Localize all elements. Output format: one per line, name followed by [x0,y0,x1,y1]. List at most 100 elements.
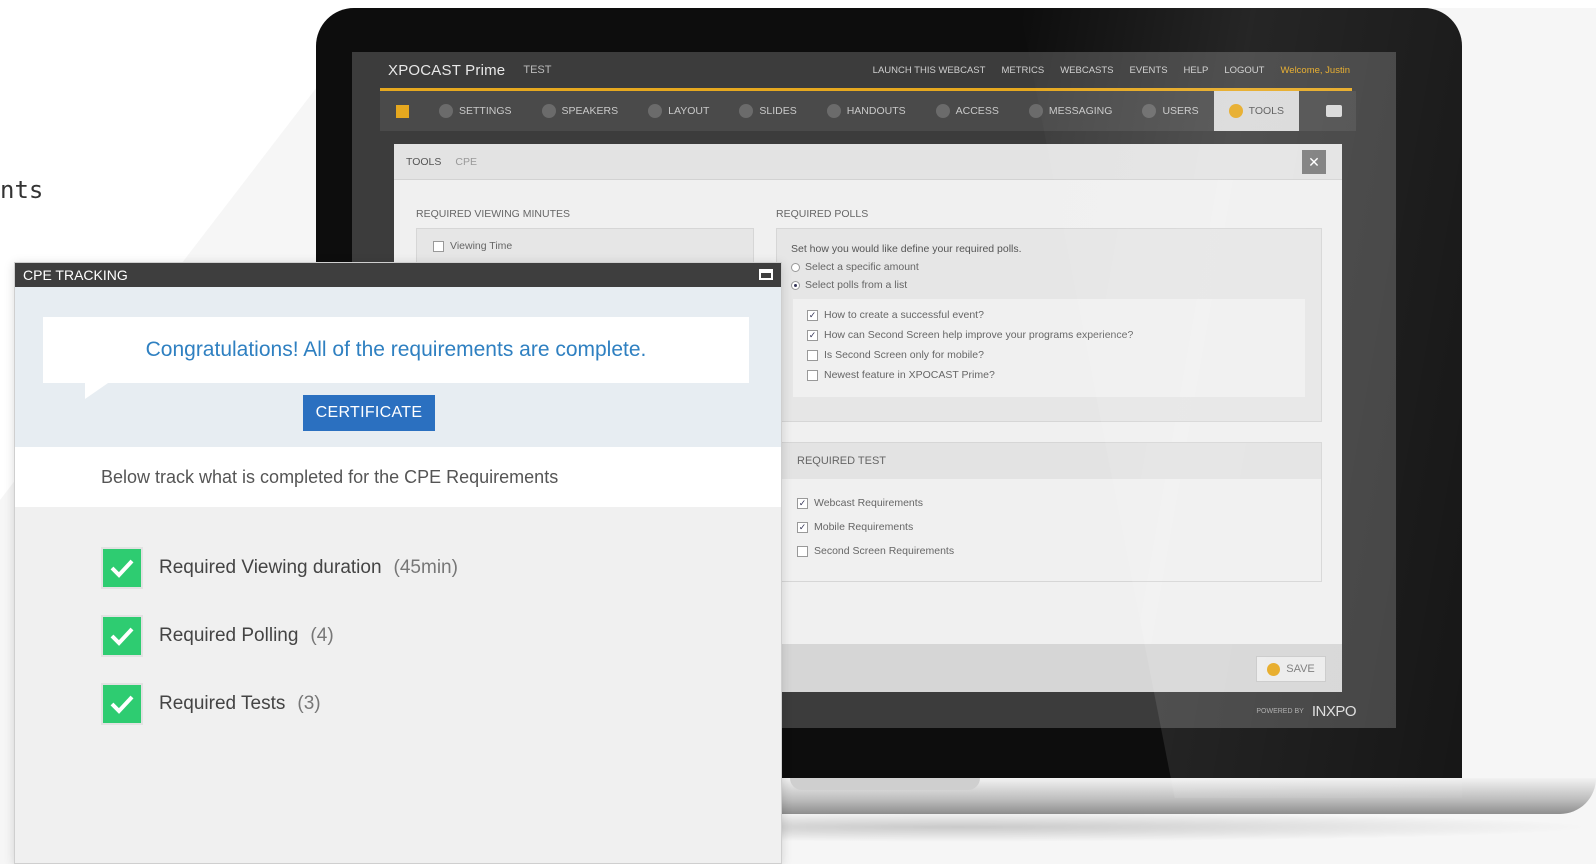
tab-layout[interactable]: LAYOUT [633,91,724,131]
requirement-label: Required Polling [159,625,299,646]
tab-label: SETTINGS [459,105,512,117]
tab-label: HANDOUTS [846,105,906,117]
test-item[interactable]: Second Screen Requirements [797,545,954,557]
polls-intro: Set how you would like define your requi… [791,243,1022,255]
save-label: SAVE [1286,663,1315,675]
check-circle-icon [1267,662,1281,676]
cpe-hero: Congratulations! All of the requirements… [15,287,781,447]
tab-handouts[interactable]: HANDOUTS [812,91,921,131]
layout-icon [648,104,663,118]
help-link[interactable]: HELP [1184,65,1209,76]
speakers-icon [541,104,556,118]
certificate-button[interactable]: CERTIFICATE [303,395,435,431]
cpe-tracking-window: CPE TRACKING Congratulations! All of the… [14,262,782,864]
required-test-box: REQUIRED TEST ✓ Webcast Requirements ✓ Mob… [776,442,1322,582]
requirement-count: (3) [297,693,321,714]
slides-icon [739,104,754,118]
poll-checkbox[interactable] [807,349,818,361]
tab-users[interactable]: USERS [1127,91,1213,131]
requirement-row: Required Polling (4) [101,615,334,657]
poll-item[interactable]: ✓ How to create a successful event? [807,309,984,321]
radio-polls-from-list[interactable]: Select polls from a list [791,279,907,291]
requirement-label: Required Viewing duration [159,557,382,578]
poll-item[interactable]: ✓ How can Second Screen help improve your… [807,329,1133,341]
test-label: Webcast Requirements [814,497,923,509]
tab-speakers[interactable]: SPEAKERS [527,91,634,131]
test-item[interactable]: ✓ Webcast Requirements [797,497,923,509]
poll-checkbox[interactable]: ✓ [807,309,818,321]
radio-button[interactable] [791,262,800,272]
cut-off-text: nts [0,176,44,204]
congratulations-message: Congratulations! All of the requirements… [43,317,749,383]
radio-label: Select polls from a list [805,279,908,291]
test-label: Mobile Requirements [814,521,914,533]
viewing-minutes-label: REQUIRED VIEWING MINUTES [416,208,571,220]
poll-label: Newest feature in XPOCAST Prime? [824,369,995,381]
breadcrumb: TOOLS CPE [394,144,1342,180]
settings-icon [439,104,453,118]
radio-specific-amount[interactable]: Select a specific amount [791,261,919,273]
close-button[interactable]: ✕ [1302,150,1326,174]
stage: nts XPOCAST Prime TEST LAUNCH THIS WEBCA… [0,0,1596,864]
poll-label: How can Second Screen help improve your … [824,329,1134,341]
tab-label: ACCESS [955,105,999,117]
cpe-subtitle: Below track what is completed for the CP… [15,447,781,507]
tab-label: LAYOUT [668,105,710,117]
event-name: TEST [523,64,552,76]
test-item[interactable]: ✓ Mobile Requirements [797,521,913,533]
inxpo-logo: INXPO [1311,703,1357,720]
chat-button[interactable] [1312,91,1356,131]
webcasts-link[interactable]: WEBCASTS [1060,65,1113,76]
tab-label: SLIDES [759,105,797,117]
tab-label: SPEAKERS [561,105,619,117]
radio-label: Select a specific amount [805,261,919,273]
check-icon [101,547,143,589]
logout-link[interactable]: LOGOUT [1224,65,1264,76]
tab-settings[interactable]: SETTINGS [424,91,527,131]
tab-tools[interactable]: TOOLS [1213,91,1300,131]
required-polls-box: Set how you would like define your requi… [776,228,1322,422]
cpe-title-bar: CPE TRACKING [15,263,781,287]
close-icon: ✕ [1308,153,1320,170]
test-checkbox[interactable] [797,545,808,557]
handouts-icon [826,104,841,118]
check-icon [101,615,143,657]
breadcrumb-tools[interactable]: TOOLS [406,156,441,168]
tab-access[interactable]: ACCESS [921,91,1014,131]
required-polls-label: REQUIRED POLLS [776,208,869,220]
poll-checkbox[interactable] [807,369,818,381]
requirement-label: Required Tests [159,693,286,714]
polls-list: ✓ How to create a successful event? ✓ How … [793,299,1305,397]
powered-by-text: POWERED BY [1256,708,1304,715]
tab-label: TOOLS [1248,105,1285,117]
launch-webcast-link[interactable]: LAUNCH THIS WEBCAST [873,65,986,76]
home-icon [395,104,409,118]
access-icon [935,104,950,118]
requirement-count: (4) [310,625,334,646]
test-checkbox[interactable]: ✓ [797,497,808,509]
brand-logo: XPOCAST Prime [388,61,506,79]
required-test-label: REQUIRED TEST [777,443,1321,479]
minimize-icon[interactable] [759,269,773,280]
test-checkbox[interactable]: ✓ [797,521,808,533]
speech-bubble-tail [85,381,111,399]
test-label: Second Screen Requirements [814,545,955,557]
poll-checkbox[interactable]: ✓ [807,329,818,341]
viewing-time-checkbox[interactable] [433,240,444,252]
radio-button[interactable] [791,280,800,290]
home-button[interactable] [380,91,424,131]
chat-icon [1326,105,1342,117]
tab-messaging[interactable]: MESSAGING [1014,91,1128,131]
breadcrumb-cpe[interactable]: CPE [455,156,477,168]
welcome-user[interactable]: Welcome, Justin [1280,65,1350,76]
metrics-link[interactable]: METRICS [1001,65,1044,76]
save-button[interactable]: SAVE [1256,656,1326,682]
events-link[interactable]: EVENTS [1130,65,1168,76]
poll-label: How to create a successful event? [824,309,984,321]
laptop-notch [790,778,980,790]
requirement-row: Required Tests (3) [101,683,321,725]
cpe-title: CPE TRACKING [23,267,128,283]
poll-item[interactable]: Is Second Screen only for mobile? [807,349,984,361]
tab-slides[interactable]: SLIDES [724,91,811,131]
poll-item[interactable]: Newest feature in XPOCAST Prime? [807,369,995,381]
